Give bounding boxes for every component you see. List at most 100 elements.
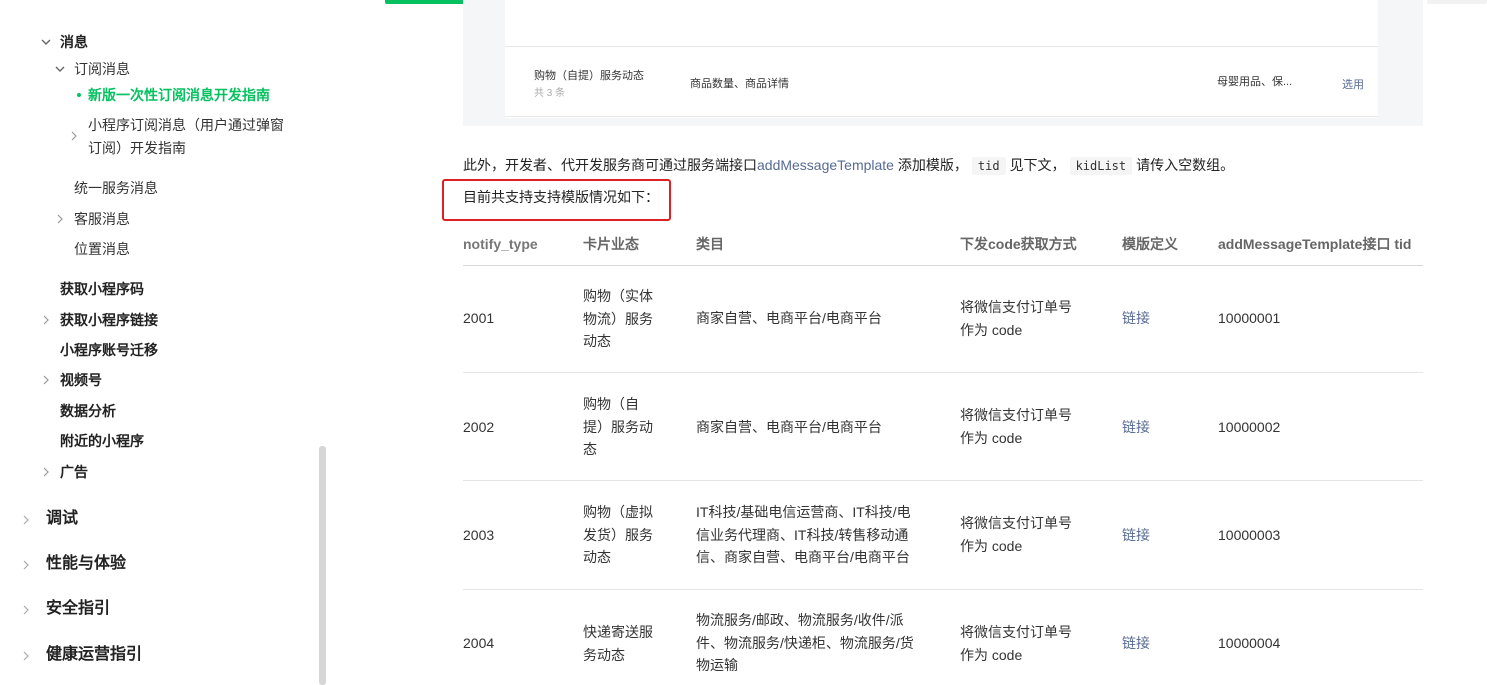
cell-card-line: 购物（实体 — [583, 288, 653, 304]
cell-category: 商家自营、电商平台/电商平台 — [696, 310, 882, 326]
cell-tid: 10000002 — [1218, 419, 1281, 435]
preview-select-link: 选用 — [1342, 79, 1364, 91]
cell-card-line: 购物（虚拟 — [583, 504, 653, 520]
cell-card: 购物（虚拟 发货）服务 动态 — [583, 501, 653, 569]
cell-tid: 10000001 — [1218, 310, 1281, 326]
cell-code-method: 将微信支付订单号 作为 code — [960, 296, 1072, 341]
cell-card-line: 动态 — [583, 549, 611, 565]
chevron-down-icon[interactable] — [54, 63, 66, 75]
cell-category-line: 物运输 — [696, 657, 738, 673]
cell-code-line: 作为 code — [960, 537, 1023, 554]
preview-divider — [505, 46, 1378, 47]
description-paragraph: 此外，开发者、代开发服务商可通过服务端接口addMessageTemplate … — [463, 155, 1234, 176]
sidebar-item-customer-service[interactable]: 客服消息 — [74, 209, 130, 229]
tid-code: tid — [971, 157, 1006, 175]
para-text: 请传入空数组。 — [1136, 157, 1235, 173]
cell-code-line: 作为 code — [960, 429, 1023, 446]
sidebar-item-account-migration[interactable]: 小程序账号迁移 — [60, 340, 158, 360]
sidebar-item-security[interactable]: 安全指引 — [46, 599, 110, 619]
template-definition-link[interactable]: 链接 — [1122, 632, 1150, 655]
chevron-right-icon[interactable] — [40, 466, 52, 478]
cell-tid: 10000003 — [1218, 527, 1281, 543]
cell-card: 购物（实体 物流）服务 动态 — [583, 285, 653, 353]
cell-card-line: 动态 — [583, 333, 611, 349]
cell-code-method: 将微信支付订单号 作为 code — [960, 512, 1072, 557]
cell-card-line: 态 — [583, 441, 597, 457]
chevron-right-icon[interactable] — [68, 130, 80, 142]
th-category: 类目 — [696, 236, 724, 252]
chevron-right-icon[interactable] — [20, 559, 32, 571]
template-definition-link[interactable]: 链接 — [1122, 307, 1150, 330]
cell-category-line: 物流服务/邮政、物流服务/收件/派 — [696, 612, 904, 628]
preview-row-category: 母婴用品、保... — [1217, 76, 1293, 88]
template-definition-link[interactable]: 链接 — [1122, 416, 1150, 439]
cell-code-line: 作为 code — [960, 321, 1023, 338]
cell-notify-type: 2004 — [463, 635, 495, 651]
para-text: 此外，开发者、代开发服务商可通过服务端接口 — [463, 157, 757, 173]
th-tid: addMessageTemplate接口 tid — [1218, 236, 1412, 252]
cell-card: 快递寄送服 务动态 — [583, 621, 653, 666]
preview-row-keywords: 商品数量、商品详情 — [690, 78, 789, 90]
cell-card-line: 快递寄送服 — [583, 624, 653, 640]
table-row-divider — [463, 372, 1423, 373]
sidebar-nav: 消息 订阅消息 新版一次性订阅消息开发指南 小程序订阅消息（用户通过弹窗 订阅）… — [0, 0, 320, 685]
chevron-right-icon[interactable] — [40, 374, 52, 386]
table-row-divider — [463, 480, 1423, 481]
cell-category-line: IT科技/基础电信运营商、IT科技/电 — [696, 504, 911, 520]
sidebar-item-miniprogram-subscribe-line1[interactable]: 小程序订阅消息（用户通过弹窗 — [88, 115, 284, 135]
chevron-right-icon[interactable] — [40, 314, 52, 326]
th-notify-type: notify_type — [463, 236, 538, 252]
preview-row-count: 共 3 条 — [534, 88, 566, 99]
sidebar-item-location-message[interactable]: 位置消息 — [74, 239, 130, 259]
sidebar-item-channels[interactable]: 视频号 — [60, 370, 102, 390]
sidebar-item-unified-service[interactable]: 统一服务消息 — [74, 178, 158, 198]
table-row-divider — [463, 589, 1423, 590]
sidebar-item-get-qrcode[interactable]: 获取小程序码 — [60, 279, 144, 299]
sidebar-item-new-onetime-guide[interactable]: 新版一次性订阅消息开发指南 — [88, 85, 270, 105]
sidebar-item-messages[interactable]: 消息 — [60, 32, 88, 52]
chevron-down-icon[interactable] — [40, 36, 52, 48]
kidlist-code: kidList — [1069, 157, 1133, 175]
table-header-divider — [463, 265, 1423, 266]
highlight-annotation-box — [442, 179, 671, 221]
th-template-definition: 模版定义 — [1122, 236, 1178, 252]
cell-code-line: 将微信支付订单号 — [960, 515, 1072, 531]
sidebar-item-subscribe-messages[interactable]: 订阅消息 — [74, 59, 130, 79]
cell-card-line: 购物（自 — [583, 396, 639, 412]
cell-code-line: 将微信支付订单号 — [960, 299, 1072, 315]
cell-code-method: 将微信支付订单号 作为 code — [960, 404, 1072, 449]
sidebar-item-nearby[interactable]: 附近的小程序 — [60, 431, 144, 451]
sidebar-item-health-operation[interactable]: 健康运营指引 — [46, 645, 142, 665]
cell-category-line: 信、商家自营、电商平台/电商平台 — [696, 549, 910, 565]
cell-tid: 10000004 — [1218, 635, 1281, 651]
para-text: 添加模版， — [897, 157, 968, 173]
chevron-right-icon[interactable] — [20, 650, 32, 662]
template-preview-panel — [505, 0, 1378, 118]
cell-category: IT科技/基础电信运营商、IT科技/电 信业务代理商、IT科技/转售移动通 信、… — [696, 501, 911, 569]
cell-category: 商家自营、电商平台/电商平台 — [696, 419, 882, 435]
sidebar-item-debug[interactable]: 调试 — [46, 509, 78, 529]
cell-code-method: 将微信支付订单号 作为 code — [960, 621, 1072, 666]
cell-code-line: 将微信支付订单号 — [960, 407, 1072, 423]
add-message-template-link[interactable]: addMessageTemplate — [757, 157, 894, 173]
active-dot-icon — [77, 93, 81, 97]
th-card-business: 卡片业态 — [583, 236, 639, 252]
cell-card-line: 务动态 — [583, 646, 625, 663]
chevron-right-icon[interactable] — [20, 514, 32, 526]
cell-notify-type: 2001 — [463, 310, 495, 326]
top-tab[interactable] — [1427, 0, 1487, 4]
sidebar-item-get-link[interactable]: 获取小程序链接 — [60, 310, 158, 330]
chevron-right-icon[interactable] — [20, 604, 32, 616]
cell-category-line: 信业务代理商、IT科技/转售移动通 — [696, 526, 909, 543]
cell-card: 购物（自 提）服务动 态 — [583, 393, 653, 461]
sidebar-item-ads[interactable]: 广告 — [60, 462, 88, 482]
sidebar-item-performance[interactable]: 性能与体验 — [46, 554, 126, 574]
sidebar-scrollbar[interactable] — [319, 446, 326, 685]
cell-category: 物流服务/邮政、物流服务/收件/派 件、物流服务/快递柜、物流服务/货 物运输 — [696, 609, 914, 677]
template-definition-link[interactable]: 链接 — [1122, 524, 1150, 547]
cell-card-line: 提）服务动 — [583, 418, 653, 435]
cell-card-line: 发货）服务 — [583, 526, 653, 543]
chevron-right-icon[interactable] — [54, 213, 66, 225]
sidebar-item-miniprogram-subscribe-line2[interactable]: 订阅）开发指南 — [88, 138, 186, 158]
sidebar-item-data-analysis[interactable]: 数据分析 — [60, 401, 116, 421]
